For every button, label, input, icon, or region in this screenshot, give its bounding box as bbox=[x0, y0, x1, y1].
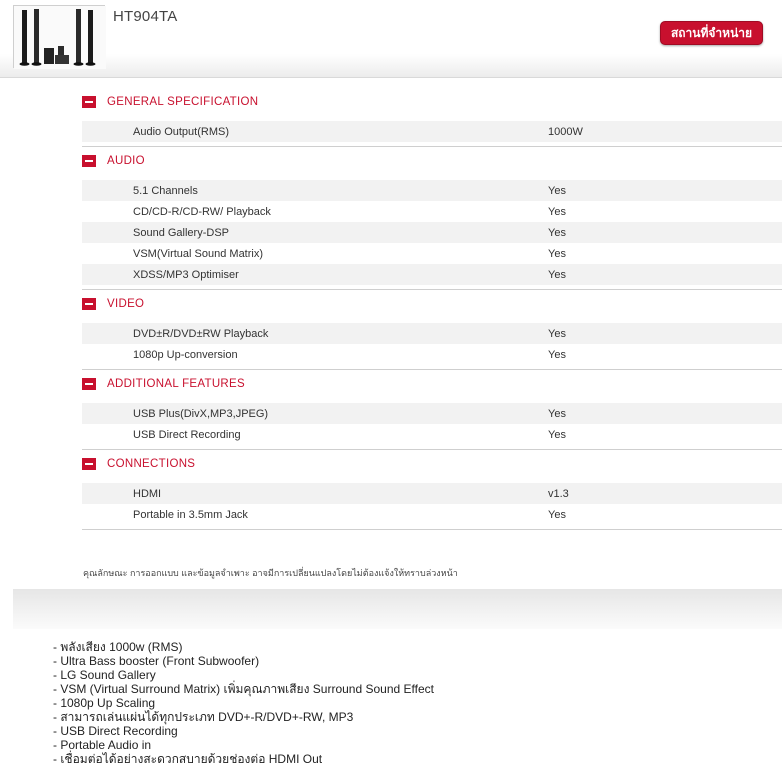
spec-value: 1000W bbox=[548, 125, 583, 138]
spec-row: CD/CD-R/CD-RW/ Playback Yes bbox=[82, 201, 782, 222]
section-title: GENERAL SPECIFICATION bbox=[107, 95, 259, 108]
spec-section: GENERAL SPECIFICATION Audio Output(RMS) 10… bbox=[82, 89, 782, 147]
section-title: ADDITIONAL FEATURES bbox=[107, 377, 245, 390]
spec-section: CONNECTIONS HDMI v1.3 Portable in 3.5mm Jac… bbox=[82, 451, 782, 530]
feature-item: - 1080p Up Scaling bbox=[53, 696, 156, 710]
section-header[interactable]: ADDITIONAL FEATURES bbox=[82, 371, 782, 396]
section-header[interactable]: AUDIO bbox=[82, 148, 782, 173]
spec-row: XDSS/MP3 Optimiser Yes bbox=[82, 264, 782, 285]
product-thumbnail[interactable] bbox=[13, 5, 106, 69]
section-title: AUDIO bbox=[107, 154, 145, 167]
spec-section: AUDIO 5.1 Channels Yes CD/CD-R/CD-RW/ Playb… bbox=[82, 148, 782, 290]
spec-value: Yes bbox=[548, 508, 566, 521]
spec-label: USB Direct Recording bbox=[133, 428, 241, 441]
product-model-title: HT904TA bbox=[113, 8, 178, 25]
feature-item: - สามารถเล่นแผ่นได้ทุกประเภท DVD+-R/DVD+… bbox=[53, 710, 354, 724]
feature-item: - พลังเสียง 1000w (RMS) bbox=[53, 640, 183, 654]
spec-label: Portable in 3.5mm Jack bbox=[133, 508, 248, 521]
spec-value: Yes bbox=[548, 226, 566, 239]
feature-item: - LG Sound Gallery bbox=[53, 668, 156, 682]
spec-value: Yes bbox=[548, 184, 566, 197]
spec-value: Yes bbox=[548, 407, 566, 420]
collapse-minus-icon[interactable] bbox=[82, 297, 96, 310]
home-theater-image bbox=[14, 6, 106, 69]
spec-label: HDMI bbox=[133, 487, 162, 500]
spec-label: Audio Output(RMS) bbox=[133, 125, 229, 138]
spec-row: Audio Output(RMS) 1000W bbox=[82, 121, 782, 142]
feature-item: - USB Direct Recording bbox=[53, 724, 178, 738]
spec-value: Yes bbox=[548, 348, 566, 361]
feature-item: - VSM (Virtual Surround Matrix) เพิ่มคุณ… bbox=[53, 682, 434, 696]
collapse-minus-icon[interactable] bbox=[82, 457, 96, 470]
collapse-minus-icon[interactable] bbox=[82, 95, 96, 108]
spec-row: DVD±R/DVD±RW Playback Yes bbox=[82, 323, 782, 344]
collapse-minus-icon[interactable] bbox=[82, 377, 96, 390]
spec-row: USB Plus(DivX,MP3,JPEG) Yes bbox=[82, 403, 782, 424]
spec-row: Portable in 3.5mm Jack Yes bbox=[82, 504, 782, 525]
section-header[interactable]: GENERAL SPECIFICATION bbox=[82, 89, 782, 114]
spec-label: 1080p Up-conversion bbox=[133, 348, 238, 361]
spec-value: Yes bbox=[548, 268, 566, 281]
product-header: HT904TA สถานที่จำหน่าย bbox=[0, 0, 782, 78]
spec-row: 1080p Up-conversion Yes bbox=[82, 344, 782, 365]
spec-row: USB Direct Recording Yes bbox=[82, 424, 782, 445]
divider-band bbox=[13, 589, 782, 629]
spec-row: 5.1 Channels Yes bbox=[82, 180, 782, 201]
spec-label: XDSS/MP3 Optimiser bbox=[133, 268, 239, 281]
spec-section: ADDITIONAL FEATURES USB Plus(DivX,MP3,JPE… bbox=[82, 371, 782, 450]
feature-item: - Portable Audio in bbox=[53, 738, 152, 752]
section-header[interactable]: CONNECTIONS bbox=[82, 451, 782, 476]
feature-list: - พลังเสียง 1000w (RMS) - Ultra Bass boos… bbox=[53, 640, 434, 766]
spec-label: 5.1 Channels bbox=[133, 184, 198, 197]
spec-label: Sound Gallery-DSP bbox=[133, 226, 229, 239]
spec-label: CD/CD-R/CD-RW/ Playback bbox=[133, 205, 271, 218]
spec-label: VSM(Virtual Sound Matrix) bbox=[133, 247, 264, 260]
spec-value: Yes bbox=[548, 247, 566, 260]
spec-row: VSM(Virtual Sound Matrix) Yes bbox=[82, 243, 782, 264]
spec-row: HDMI v1.3 bbox=[82, 483, 782, 504]
spec-value: v1.3 bbox=[548, 487, 569, 500]
spec-value: Yes bbox=[548, 428, 566, 441]
spec-label: USB Plus(DivX,MP3,JPEG) bbox=[133, 407, 269, 420]
spec-value: Yes bbox=[548, 205, 566, 218]
spec-row: Sound Gallery-DSP Yes bbox=[82, 222, 782, 243]
spec-section: VIDEO DVD±R/DVD±RW Playback Yes 1080p Up-co… bbox=[82, 291, 782, 370]
spec-table: GENERAL SPECIFICATION Audio Output(RMS) 10… bbox=[82, 88, 782, 530]
spec-value: Yes bbox=[548, 327, 566, 340]
feature-item: - Ultra Bass booster (Front Subwoofer) bbox=[53, 654, 260, 668]
section-header[interactable]: VIDEO bbox=[82, 291, 782, 316]
disclaimer-text: คุณลักษณะ การออกแบบ และข้อมูลจำเพาะ อาจม… bbox=[83, 568, 458, 578]
section-title: VIDEO bbox=[107, 297, 145, 310]
section-title: CONNECTIONS bbox=[107, 457, 196, 470]
spec-label: DVD±R/DVD±RW Playback bbox=[133, 327, 269, 340]
feature-item: - เชื่อมต่อได้อย่างสะดวกสบายด้วยช่องต่อ … bbox=[53, 752, 323, 766]
where-to-buy-button[interactable]: สถานที่จำหน่าย bbox=[660, 21, 763, 45]
collapse-minus-icon[interactable] bbox=[82, 154, 96, 167]
